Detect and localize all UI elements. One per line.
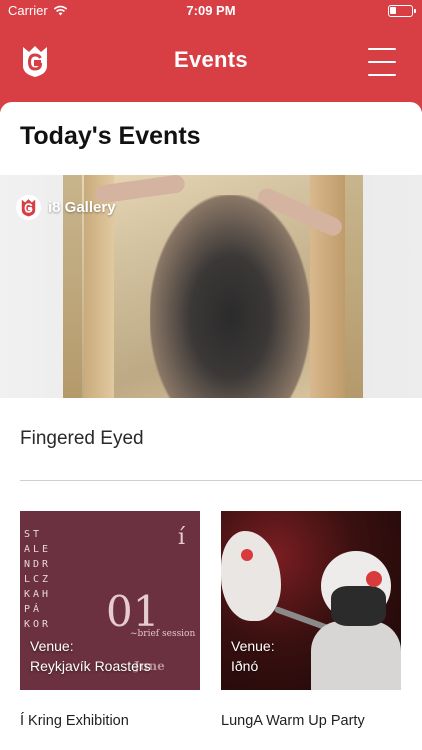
hamburger-menu-button[interactable]: [368, 48, 398, 76]
artwork-letter-row: LCZ: [24, 574, 52, 585]
event-card[interactable]: ST ALE NDR LCZ KAH PÁ KOR 01 í ~brief se…: [20, 511, 200, 690]
artwork-letter: í: [178, 525, 186, 550]
section-title: Today's Events: [20, 122, 201, 150]
performer-mask: [331, 586, 386, 626]
crowned-g-logo-icon: [21, 199, 36, 217]
clock: 7:09 PM: [186, 3, 236, 18]
card-venue-label: Venue:: [30, 638, 74, 654]
event-card[interactable]: Venue: Iðnó: [221, 511, 401, 690]
card-venue-name: Reykjavík Roasters: [30, 658, 151, 674]
card-title[interactable]: Í Kring Exhibition: [20, 713, 129, 729]
menu-line: [368, 61, 396, 63]
status-bar: Carrier 7:09 PM: [0, 0, 422, 22]
featured-event-title[interactable]: Fingered Eyed: [20, 428, 144, 450]
artwork-letter-row: KOR: [24, 619, 52, 630]
headband-mark: [366, 571, 382, 587]
artwork-letter-row: PÁ: [24, 604, 43, 615]
artwork-letter-row: ALE: [24, 544, 52, 555]
app-header: Carrier 7:09 PM Events: [0, 0, 422, 112]
card-venue: Venue: Iðnó: [231, 636, 275, 676]
card-venue: Venue: Reykjavík Roasters: [30, 636, 151, 676]
venue-logo: [16, 195, 41, 220]
card-title[interactable]: LungA Warm Up Party: [221, 713, 365, 729]
divider: [20, 480, 422, 481]
artwork-letter-row: KAH: [24, 589, 52, 600]
featured-venue-badge[interactable]: i8 Gallery: [16, 195, 116, 220]
menu-line: [368, 48, 396, 50]
card-venue-name: Iðnó: [231, 658, 259, 674]
headband-mark: [241, 549, 253, 561]
artwork-letter-row: NDR: [24, 559, 52, 570]
artwork-letters: ST ALE NDR LCZ KAH PÁ KOR: [24, 527, 92, 632]
artwork-figure: [150, 195, 310, 398]
featured-venue-name: i8 Gallery: [48, 199, 116, 216]
artwork-letter-row: ST: [24, 529, 43, 540]
battery-icon: [388, 5, 416, 17]
page-title: Events: [174, 47, 248, 72]
menu-line: [368, 74, 396, 76]
card-venue-label: Venue:: [231, 638, 275, 654]
performer-shirt: [311, 621, 401, 690]
